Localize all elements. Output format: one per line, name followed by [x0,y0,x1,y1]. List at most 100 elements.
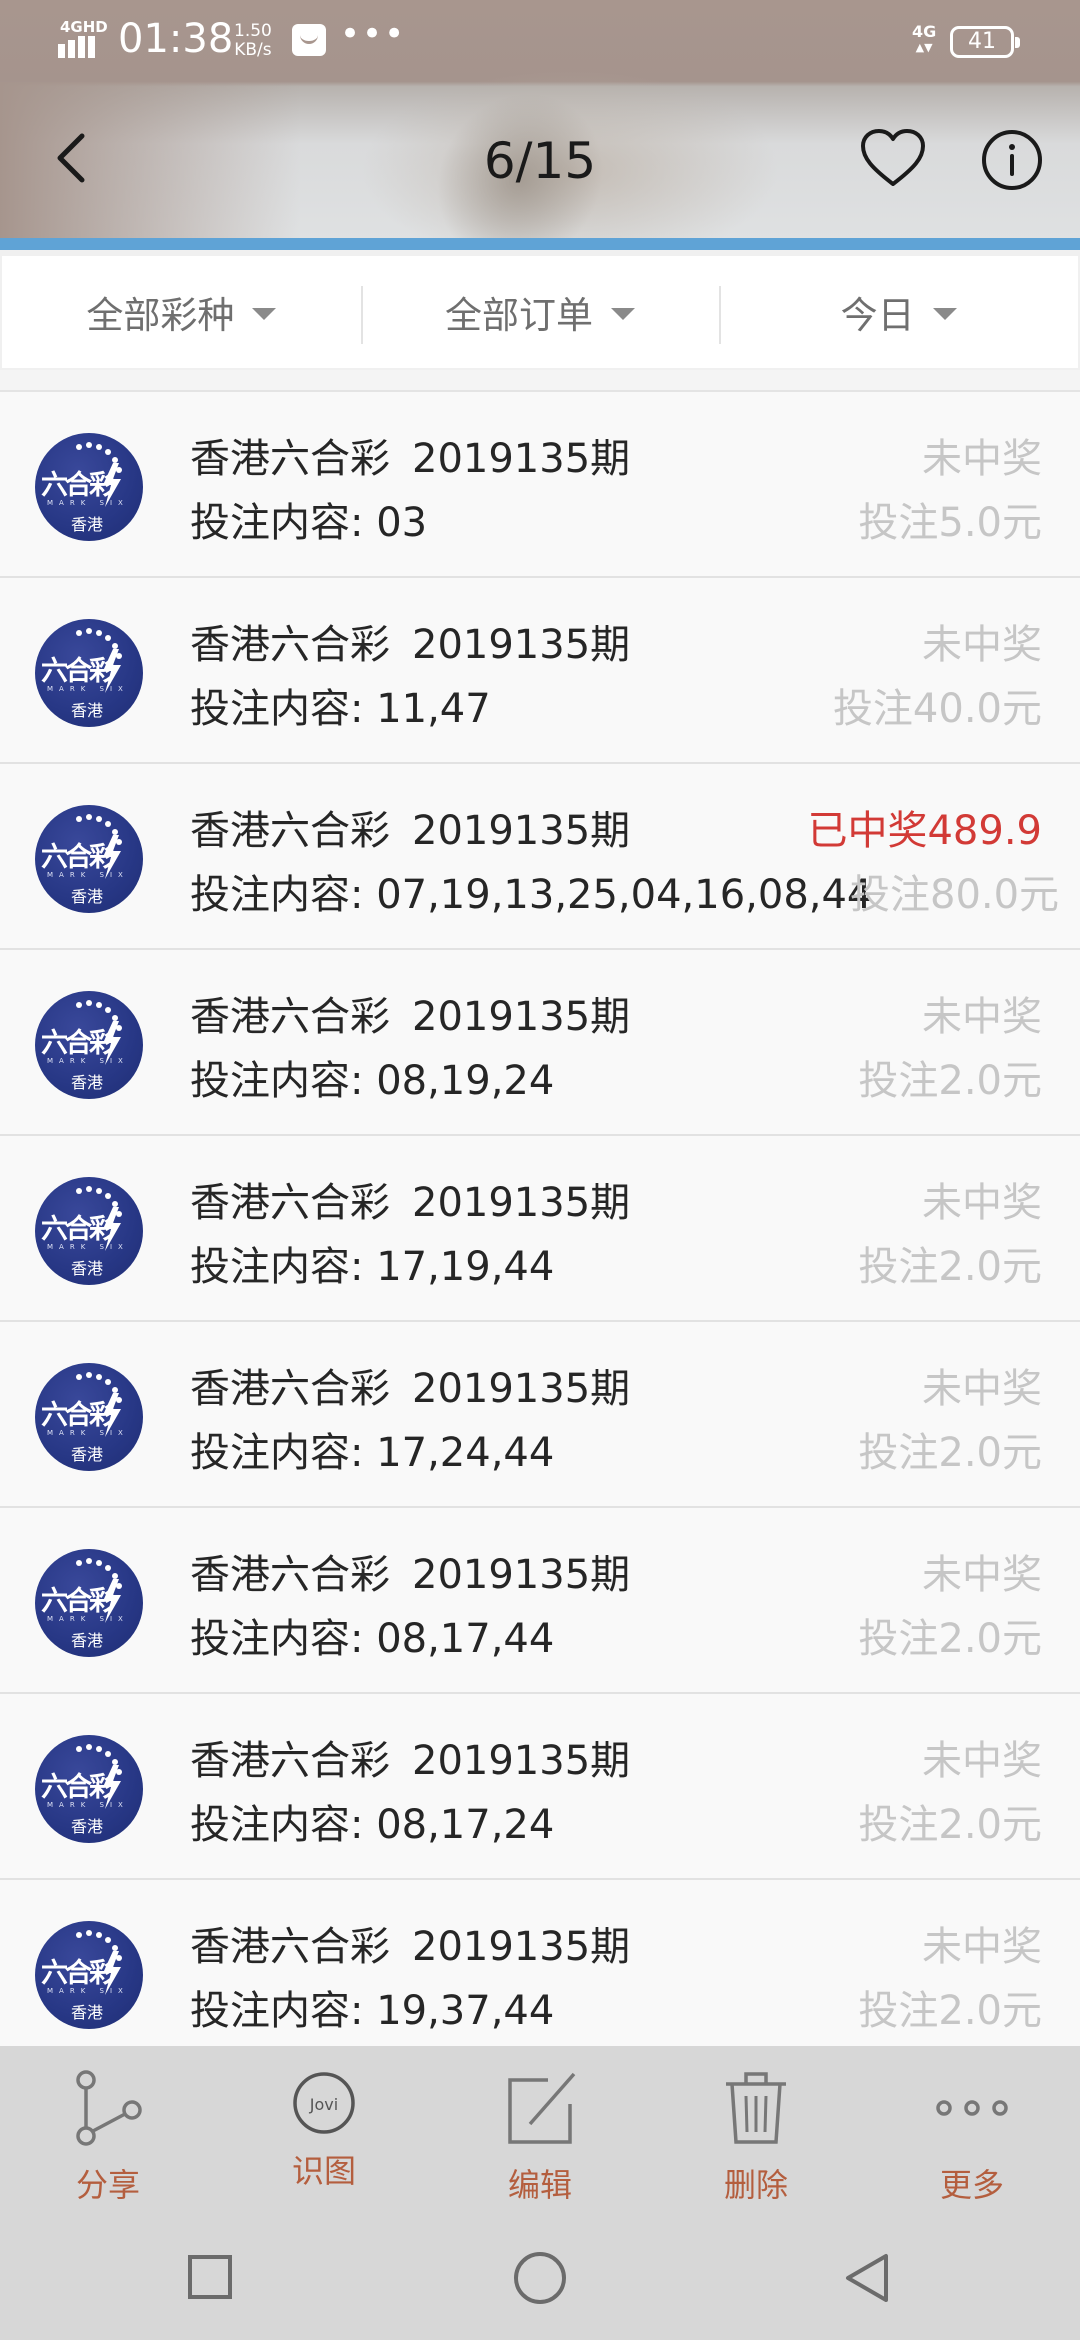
lottery-period: 2019135期 [412,622,631,668]
bet-content: 投注内容: 03 [190,500,428,546]
mark-six-logo-icon: 六合彩 MARK SIX 香港 [35,1363,143,1471]
bet-content: 投注内容: 08,17,24 [190,1802,555,1848]
lottery-name: 香港六合彩 [190,1738,390,1784]
lottery-name: 香港六合彩 [190,622,390,668]
mark-six-logo-icon: 六合彩 MARK SIX 香港 [35,805,143,913]
logo-text-en: MARK SIX [47,685,129,693]
logo-text-hk: 香港 [71,1073,104,1092]
result-status: 未中奖 [922,1552,1042,1598]
bet-amount: 投注2.0元 [858,1802,1042,1848]
order-row[interactable]: 六合彩 MARK SIX 香港 香港六合彩 2019135期 投注内容: 08,1… [0,1694,1080,1880]
info-button[interactable] [980,128,1044,192]
mark-six-logo-icon: 六合彩 MARK SIX 香港 [35,1735,143,1843]
lottery-name: 香港六合彩 [190,1552,390,1598]
mark-six-logo-icon: 六合彩 MARK SIX 香港 [35,1177,143,1285]
filter-label: 今日 [840,294,915,337]
bet-content: 投注内容: 08,19,24 [190,1058,555,1104]
order-title: 香港六合彩 2019135期 [190,1542,630,1600]
share-label: 分享 [75,2166,140,2204]
more-label: 更多 [939,2166,1004,2204]
lottery-name: 香港六合彩 [190,994,390,1040]
lottery-period: 2019135期 [412,1180,631,1226]
filter-lottery-type[interactable]: 全部彩种 [2,256,361,368]
more-button[interactable]: 更多 [864,2046,1080,2220]
logo-text-en: MARK SIX [47,1615,129,1623]
order-title: 香港六合彩 2019135期 [190,984,630,1042]
logo-text-hk: 香港 [71,515,104,534]
order-row[interactable]: 六合彩 MARK SIX 香港 香港六合彩 2019135期 投注内容: 19,3… [0,1880,1080,2046]
bet-amount: 投注5.0元 [858,500,1042,546]
bet-content: 投注内容: 08,17,44 [190,1616,555,1662]
message-notification-icon [292,24,326,56]
filter-label: 全部订单 [445,294,593,337]
delete-icon [726,2072,786,2144]
filter-label: 全部彩种 [86,294,235,337]
bet-content: 投注内容: 17,24,44 [190,1430,555,1476]
jovi-badge-text: Jovi [309,2095,338,2114]
bet-amount: 投注40.0元 [832,686,1042,732]
order-row[interactable]: 六合彩 MARK SIX 香港 香港六合彩 2019135期 投注内容: 17,1… [0,1136,1080,1322]
order-row[interactable]: 六合彩 MARK SIX 香港 香港六合彩 2019135期 投注内容: 08,1… [0,950,1080,1136]
order-title: 香港六合彩 2019135期 [190,612,630,670]
order-row[interactable]: 六合彩 MARK SIX 香港 香港六合彩 2019135期 投注内容: 08,1… [0,1508,1080,1694]
edit-label: 编辑 [507,2166,572,2204]
mark-six-logo-icon: 六合彩 MARK SIX 香港 [35,433,143,541]
home-button[interactable] [514,2252,566,2304]
lottery-period: 2019135期 [412,1738,631,1784]
logo-text-hk: 香港 [71,1817,104,1836]
caret-down-icon [611,308,635,320]
order-title: 香港六合彩 2019135期 [190,1728,630,1786]
bet-amount: 投注2.0元 [858,1616,1042,1662]
bottom-toolbar: 分享 Jovi 识图 编辑 删除 更多 [0,2046,1080,2220]
order-row[interactable]: 六合彩 MARK SIX 香港 香港六合彩 2019135期 投注内容: 07,1… [0,764,1080,950]
jovi-icon: Jovi [293,2072,355,2134]
order-row[interactable]: 六合彩 MARK SIX 香港 香港六合彩 2019135期 投注内容: 03 未… [0,392,1080,578]
filter-order-type[interactable]: 全部订单 [360,256,720,368]
network-speed-unit: KB/s [234,40,272,60]
bet-amount: 投注2.0元 [858,1058,1042,1104]
battery-icon: 41 [950,26,1020,58]
result-status: 已中奖489.9 [807,808,1042,854]
heart-icon [861,129,925,186]
network-type: 4G ▲▼ [912,22,937,55]
logo-text-en: MARK SIX [47,871,129,879]
favorite-button[interactable] [858,126,928,190]
logo-text-en: MARK SIX [47,1057,129,1065]
caret-down-icon [932,308,957,320]
jovi-label: 识图 [291,2152,356,2190]
nav-back-button[interactable] [840,2250,896,2306]
lottery-period: 2019135期 [412,1924,631,1970]
result-status: 未中奖 [922,622,1042,668]
network-speed-value: 1.50 [234,21,272,41]
bet-content: 投注内容: 19,37,44 [190,1988,555,2034]
logo-text-hk: 香港 [71,887,104,906]
filter-date[interactable]: 今日 [719,256,1078,368]
bet-content: 投注内容: 07,19,13,25,04,16,08,44 [190,872,873,918]
bet-amount: 投注80.0元 [850,872,1060,918]
share-icon [76,2070,142,2146]
back-button[interactable] [44,128,104,188]
more-icon [936,2100,1008,2116]
logo-text-hk: 香港 [71,1445,104,1464]
order-row[interactable]: 六合彩 MARK SIX 香港 香港六合彩 2019135期 投注内容: 11,4… [0,578,1080,764]
jovi-recognize-button[interactable]: Jovi 识图 [216,2046,432,2220]
lottery-period: 2019135期 [412,994,631,1040]
recents-button[interactable] [188,2255,232,2299]
delete-button[interactable]: 删除 [648,2046,864,2220]
order-title: 香港六合彩 2019135期 [190,1914,630,1972]
logo-text-en: MARK SIX [47,499,129,507]
share-button[interactable]: 分享 [0,2046,216,2220]
delete-label: 删除 [723,2166,788,2204]
order-row[interactable]: 六合彩 MARK SIX 香港 香港六合彩 2019135期 投注内容: 17,2… [0,1322,1080,1508]
order-title: 香港六合彩 2019135期 [190,426,630,484]
screen: 4GHD 01:38 1.50 KB/s ••• 4G ▲▼ 41 6/15 全… [0,0,1080,2340]
order-list[interactable]: 六合彩 MARK SIX 香港 香港六合彩 2019135期 投注内容: 03 未… [0,392,1080,2046]
image-counter: 6/15 [483,132,597,190]
lottery-name: 香港六合彩 [190,1366,390,1412]
network-type-label: 4G [912,22,937,41]
filter-bar-container: 全部彩种 全部订单 今日 [0,250,1080,370]
edit-button[interactable]: 编辑 [432,2046,648,2220]
order-title: 香港六合彩 2019135期 [190,1356,630,1414]
logo-text-en: MARK SIX [47,1429,129,1437]
bet-content: 投注内容: 17,19,44 [190,1244,555,1290]
